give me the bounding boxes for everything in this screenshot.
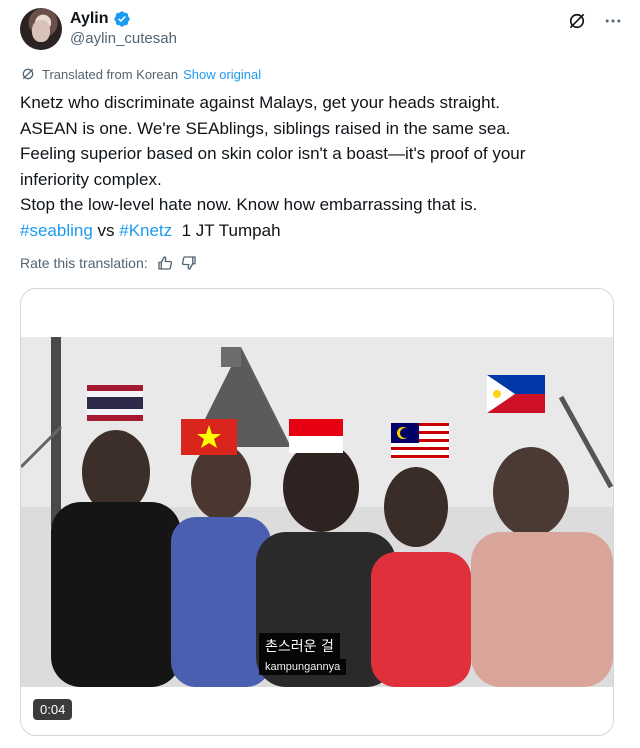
more-icon[interactable]	[602, 10, 624, 32]
translate-globe-icon	[22, 68, 34, 80]
vietnam-flag-icon	[181, 419, 237, 455]
hashtag-vs-text: vs	[92, 220, 120, 240]
post-text-line: Knetz who discriminate against Malays, g…	[20, 93, 501, 112]
grok-icon[interactable]	[566, 10, 588, 32]
video-card[interactable]: 촌스러운 걸 kampungannya 0:04	[20, 288, 614, 736]
hashtag-seabling[interactable]: #seabling	[20, 221, 93, 240]
translation-notice: Translated from Korean Show original	[20, 66, 261, 82]
post-text-line: Stop the low-level hate now. Know how em…	[20, 195, 478, 214]
hashtag-line: #seabling vs #Knetz 1 JT Tumpah	[20, 218, 620, 244]
show-original-link[interactable]: Show original	[183, 67, 261, 82]
post-text-line: inferiority complex.	[20, 169, 162, 189]
post-text: Knetz who discriminate against Malays, g…	[20, 90, 620, 243]
post-text-line: Feeling superior based on skin color isn…	[20, 144, 526, 163]
rate-translation-label: Rate this translation:	[20, 255, 148, 271]
indonesia-flag-icon	[289, 419, 343, 453]
translation-notice-text: Translated from Korean	[42, 66, 179, 82]
post-header: Aylin @aylin_cutesah	[20, 4, 624, 52]
author-name-row: Aylin	[70, 10, 131, 28]
author-handle[interactable]: @aylin_cutesah	[70, 30, 177, 47]
video-time-badge: 0:04	[33, 699, 73, 720]
thailand-flag-icon	[87, 385, 143, 421]
hashtag-tail-text: 1 JT Tumpah	[172, 220, 281, 240]
author-display-name[interactable]: Aylin	[70, 10, 109, 28]
post-actions	[566, 10, 624, 32]
malaysia-flag-icon	[391, 423, 449, 459]
video-subtitle-korean: 촌스러운 걸	[259, 633, 340, 659]
philippines-flag-icon	[487, 375, 545, 413]
video-subtitle-english: kampungannya	[259, 659, 347, 675]
post-text-line: ASEAN is one. We're SEAblings, siblings …	[20, 118, 511, 138]
video-player[interactable]: 촌스러운 걸 kampungannya	[21, 337, 613, 687]
verified-badge-icon	[113, 11, 130, 27]
rate-translation: Rate this translation:	[20, 254, 198, 272]
hashtag-knetz[interactable]: #Knetz	[119, 221, 172, 240]
avatar[interactable]	[20, 8, 62, 50]
thumbs-up-icon[interactable]	[156, 254, 174, 272]
thumbs-down-icon[interactable]	[180, 254, 198, 272]
